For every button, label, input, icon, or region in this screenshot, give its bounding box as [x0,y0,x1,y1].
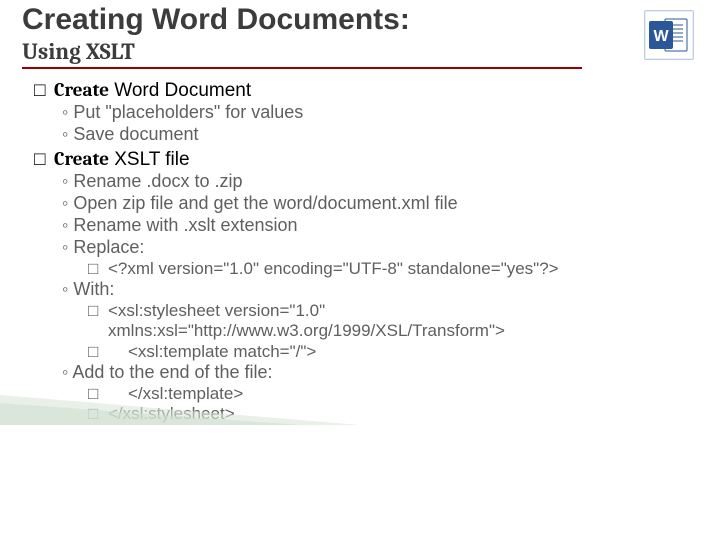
slide-body: Create Word Document Put "placeholders" … [34,79,698,425]
heading-strong: Create [54,79,109,101]
code-line: </xsl:stylesheet> [88,404,698,424]
slide-subtitle: Using XSLT [22,38,582,69]
sub-bullet: Rename with .xslt extension [62,215,698,237]
section-heading: Create XSLT file [34,148,698,171]
section-heading: Create Word Document [34,79,698,102]
sub-bullet: With: [62,279,698,301]
word-icon: W [644,10,692,58]
sub-bullet: Add to the end of the file: [62,362,698,384]
sub-bullet: Rename .docx to .zip [62,171,698,193]
sub-bullet: Put "placeholders" for values [62,102,698,124]
code-line: xmlns:xsl="http://www.w3.org/1999/XSL/Tr… [88,321,698,341]
sub-bullet: Replace: [62,237,698,259]
code-line: </xsl:template> [88,384,698,404]
heading-strong: Create [54,148,109,170]
code-line: <?xml version="1.0" encoding="UTF-8" sta… [88,259,698,279]
code-line: <xsl:stylesheet version="1.0" [88,301,698,321]
heading-rest: XSLT file [109,149,190,170]
slide: W Creating Word Documents: Using XSLT Cr… [0,0,720,425]
sub-bullet: Save document [62,124,698,146]
svg-text:W: W [653,28,669,45]
slide-title: Creating Word Documents: [22,4,698,36]
sub-bullet: Open zip file and get the word/document.… [62,193,698,215]
code-line: <xsl:template match="/"> [88,342,698,362]
heading-rest: Word Document [109,80,251,101]
